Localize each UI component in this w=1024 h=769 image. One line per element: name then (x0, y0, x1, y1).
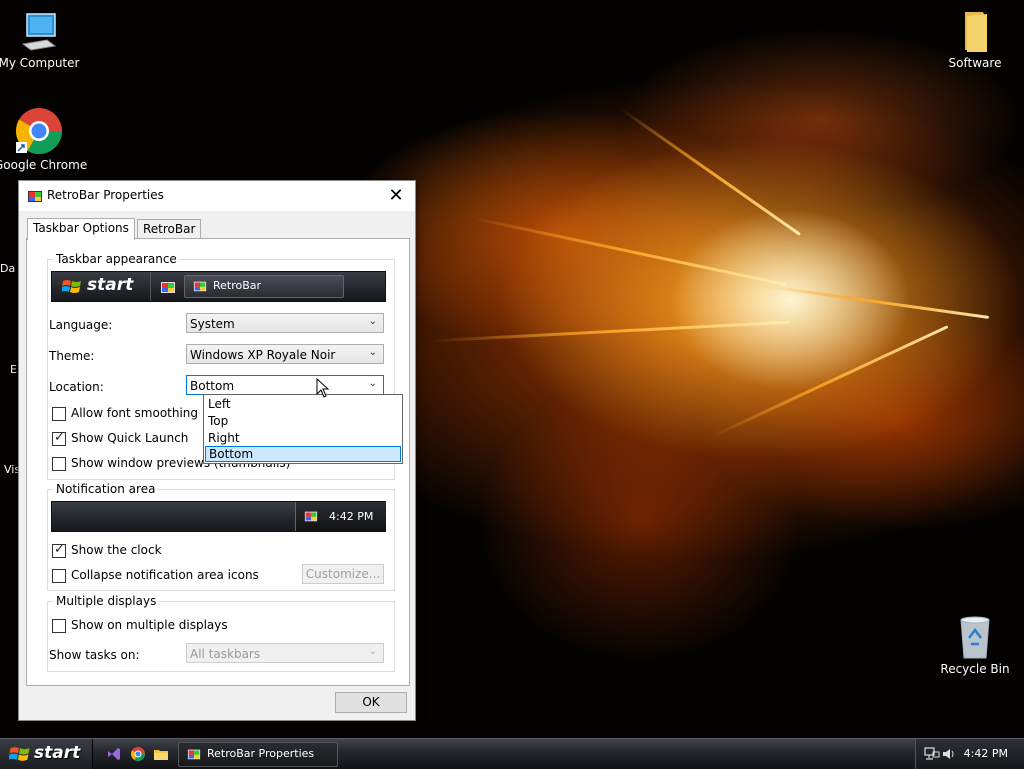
retrobar-properties-dialog: RetroBar Properties ✕ Taskbar Options Re… (18, 180, 416, 721)
start-label: start (34, 743, 81, 763)
collapse-icons-label: Collapse notification area icons (71, 568, 259, 582)
chevron-down-icon: ⌄ (368, 378, 377, 389)
preview-divider (150, 272, 151, 301)
language-value: System (190, 317, 235, 331)
close-button[interactable]: ✕ (385, 185, 407, 207)
show-quick-launch-checkbox[interactable]: ✓ Show Quick Launch (52, 430, 192, 446)
location-label: Location: (49, 380, 104, 394)
checkbox-box (52, 619, 66, 633)
checkbox-box: ✓ (52, 430, 66, 446)
location-option-bottom[interactable]: Bottom (205, 446, 401, 462)
network-icon[interactable] (924, 747, 940, 761)
retrobar-app-icon (304, 511, 318, 522)
location-dropdown-list: Left Top Right Bottom (203, 394, 403, 464)
checkbox-box (52, 407, 66, 421)
taskbar-preview: start RetroBar (51, 271, 386, 302)
group-title: Multiple displays (54, 594, 159, 608)
location-select[interactable]: Bottom ⌄ (186, 375, 384, 395)
desktop-icon-recycle-bin[interactable]: Recycle Bin (930, 614, 1020, 676)
customize-button[interactable]: Customize... (302, 564, 384, 584)
desktop-icon-my-computer[interactable]: My Computer (0, 10, 84, 70)
language-label: Language: (49, 318, 113, 332)
retrobar-app-icon (193, 281, 207, 292)
group-notification-area: Notification area 4:42 PM ✓ Show the clo… (47, 482, 395, 591)
wallpaper-streak (430, 320, 790, 343)
checkmark-icon: ✓ (54, 430, 65, 445)
group-multiple-displays: Multiple displays Show on multiple displ… (47, 594, 395, 672)
show-clock-checkbox[interactable]: ✓ Show the clock (52, 542, 172, 558)
mouse-cursor-icon (316, 378, 330, 398)
notification-tray: 4:42 PM (915, 739, 1024, 769)
show-multiple-displays-checkbox[interactable]: Show on multiple displays (52, 618, 228, 633)
desktop-icon-label: My Computer (0, 56, 80, 70)
preview-window-label: RetroBar (213, 279, 262, 292)
windows-logo-icon (9, 747, 30, 761)
volume-icon[interactable] (942, 747, 956, 761)
allow-font-smoothing-checkbox[interactable]: Allow font smoothing (52, 406, 198, 421)
desktop-icon-label: Google Chrome (0, 158, 88, 172)
show-tasks-label: Show tasks on: (49, 648, 140, 662)
language-select[interactable]: System ⌄ (186, 313, 384, 333)
taskbar: start RetroBar Properties 4:42 PM (0, 738, 1024, 769)
start-button[interactable]: start (0, 739, 93, 769)
preview-start-label: start (87, 275, 134, 295)
dialog-title: RetroBar Properties (47, 188, 164, 202)
show-quick-launch-label: Show Quick Launch (71, 431, 189, 445)
taskbar-window-retrobar-properties[interactable]: RetroBar Properties (178, 742, 338, 767)
theme-value: Windows XP Royale Noir (190, 348, 336, 362)
retrobar-app-icon (161, 282, 175, 293)
notification-preview: 4:42 PM (51, 501, 386, 532)
show-tasks-select[interactable]: All taskbars ⌄ (186, 643, 384, 663)
wallpaper-streak (619, 107, 801, 236)
tab-retrobar[interactable]: RetroBar (137, 219, 202, 239)
preview-tray: 4:42 PM (295, 502, 386, 531)
wallpaper-streak (473, 216, 787, 287)
monitor-icon (21, 13, 57, 51)
recycle-bin-icon (960, 616, 990, 659)
desktop-icon-label: Recycle Bin (940, 662, 1010, 676)
folder-icon (965, 12, 987, 52)
file-explorer-icon[interactable] (153, 746, 169, 762)
ok-button[interactable]: OK (335, 692, 407, 713)
taskbar-clock[interactable]: 4:42 PM (964, 747, 1008, 760)
partial-icon-label: E (10, 363, 17, 376)
retrobar-app-icon (28, 191, 42, 202)
desktop-icon-label: Software (948, 56, 1002, 70)
allow-font-smoothing-label: Allow font smoothing (71, 406, 199, 420)
desktop-icon-google-chrome[interactable]: Google Chrome (0, 106, 88, 172)
chevron-down-icon: ⌄ (368, 316, 377, 327)
theme-label: Theme: (49, 349, 95, 363)
wallpaper-streak (711, 325, 949, 438)
checkmark-icon: ✓ (54, 542, 65, 557)
retrobar-app-icon (187, 749, 201, 760)
dialog-title-bar[interactable]: RetroBar Properties ✕ (19, 181, 415, 211)
location-option-left[interactable]: Left (205, 396, 401, 412)
windows-logo-icon (62, 280, 81, 293)
location-value: Bottom (190, 379, 235, 393)
tab-taskbar-options[interactable]: Taskbar Options (27, 218, 135, 240)
theme-select[interactable]: Windows XP Royale Noir ⌄ (186, 344, 384, 364)
checkbox-box: ✓ (52, 542, 66, 558)
group-title: Notification area (54, 482, 158, 496)
partial-icon-label: Da (0, 262, 16, 275)
chevron-down-icon: ⌄ (368, 347, 377, 358)
chrome-icon (16, 108, 62, 154)
location-option-right[interactable]: Right (205, 430, 401, 446)
checkbox-box (52, 457, 66, 471)
checkbox-box (52, 569, 66, 583)
taskbar-window-label: RetroBar Properties (207, 747, 315, 760)
show-clock-label: Show the clock (71, 543, 162, 557)
wallpaper-streak (760, 284, 990, 319)
collapse-icons-checkbox[interactable]: Collapse notification area icons (52, 568, 259, 583)
location-option-top[interactable]: Top (205, 413, 401, 429)
chrome-icon[interactable] (130, 746, 146, 762)
visual-studio-icon[interactable] (106, 746, 122, 762)
desktop-icon-software[interactable]: Software (930, 10, 1020, 70)
preview-window-button: RetroBar (184, 275, 344, 298)
chevron-down-icon: ⌄ (368, 646, 377, 657)
group-title: Taskbar appearance (54, 252, 179, 266)
preview-clock: 4:42 PM (329, 510, 374, 523)
show-tasks-value: All taskbars (190, 647, 261, 661)
show-multiple-displays-label: Show on multiple displays (71, 618, 228, 632)
